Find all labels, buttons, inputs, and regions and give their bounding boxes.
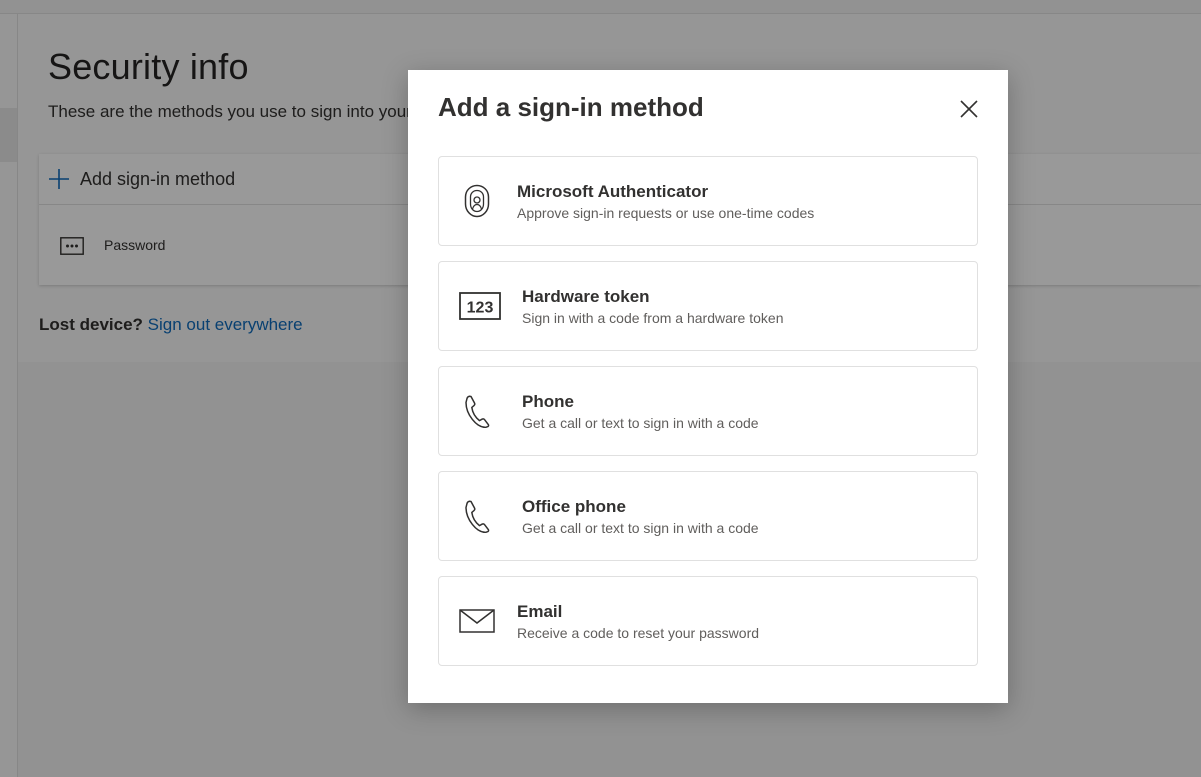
option-subtitle: Receive a code to reset your password bbox=[517, 625, 760, 641]
phone-icon bbox=[457, 496, 497, 536]
authenticator-icon bbox=[457, 181, 497, 221]
option-title: Hardware token bbox=[522, 287, 650, 306]
dialog-title: Add a sign-in method bbox=[438, 92, 704, 122]
phone-icon bbox=[457, 391, 497, 431]
option-office-phone[interactable]: Office phone Get a call or text to sign … bbox=[438, 471, 978, 561]
option-phone[interactable]: Phone Get a call or text to sign in with… bbox=[438, 366, 978, 456]
option-subtitle: Approve sign-in requests or use one-time… bbox=[517, 205, 815, 221]
option-subtitle: Get a call or text to sign in with a cod… bbox=[522, 415, 759, 431]
hardware-token-123-icon: 123 bbox=[459, 286, 501, 326]
option-email[interactable]: Email Receive a code to reset your passw… bbox=[438, 576, 978, 666]
option-title: Microsoft Authenticator bbox=[517, 182, 709, 201]
option-subtitle: Sign in with a code from a hardware toke… bbox=[522, 310, 784, 326]
envelope-icon bbox=[457, 601, 497, 641]
close-icon[interactable] bbox=[958, 98, 980, 120]
svg-text:123: 123 bbox=[467, 300, 494, 317]
add-sign-in-method-dialog: Add a sign-in method Microsoft Authentic… bbox=[408, 70, 1008, 703]
option-microsoft-authenticator[interactable]: Microsoft Authenticator Approve sign-in … bbox=[438, 156, 978, 246]
option-title: Email bbox=[517, 602, 563, 621]
option-title: Office phone bbox=[522, 497, 626, 516]
option-hardware-token[interactable]: 123 Hardware token Sign in with a code f… bbox=[438, 261, 978, 351]
option-subtitle: Get a call or text to sign in with a cod… bbox=[522, 520, 759, 536]
option-title: Phone bbox=[522, 392, 574, 411]
